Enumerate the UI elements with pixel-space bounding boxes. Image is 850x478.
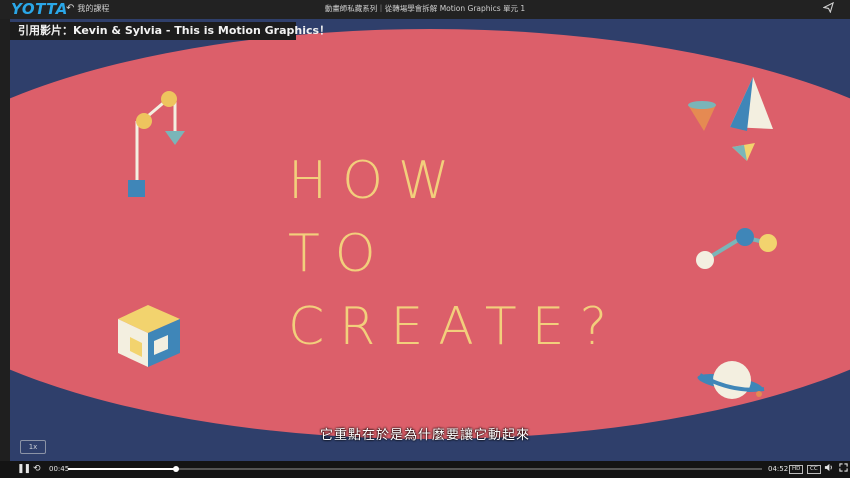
yotta-logo[interactable]: YOTTA <box>11 1 68 18</box>
volume-icon[interactable] <box>824 463 833 477</box>
hd-quality-button[interactable]: HD <box>789 465 804 474</box>
back-label: 我的課程 <box>77 4 110 13</box>
back-to-courses-link[interactable]: ↶ 我的課程 <box>66 3 109 15</box>
share-icon[interactable] <box>822 1 834 16</box>
progress-knob[interactable] <box>172 466 179 472</box>
video-headline: HOW TO CREATE? <box>288 145 622 364</box>
course-title: 動畫師私藏系列｜從轉場學會拆解 Motion Graphics 單元 1 <box>324 4 526 13</box>
top-bar: YOTTA ↶ 我的課程 動畫師私藏系列｜從轉場學會拆解 Motion Grap… <box>0 0 850 19</box>
headline-line-2: TO <box>288 224 391 284</box>
replay-10-icon[interactable]: ⟲ <box>33 463 41 476</box>
current-time: 00:45 <box>49 465 70 473</box>
progress-fill <box>68 468 176 470</box>
total-time: 04:52 <box>768 465 789 473</box>
fullscreen-icon[interactable] <box>839 463 848 477</box>
headline-line-1: HOW <box>288 151 465 211</box>
quote-source-label: 引用影片：Kevin & Sylvia - This is Motion Gra… <box>10 22 330 40</box>
captions-button[interactable]: CC <box>807 465 821 474</box>
subtitle-caption: 它重點在於是為什麼要讓它動起來 <box>319 428 530 443</box>
pause-icon[interactable]: ❚❚ <box>17 463 31 476</box>
headline-line-3: CREATE? <box>288 297 623 357</box>
progress-track[interactable] <box>68 466 762 472</box>
back-arrow-icon: ↶ <box>66 3 75 14</box>
player-controls: ❚❚ ⟲ 00:45 04:52 HD CC <box>0 461 850 478</box>
